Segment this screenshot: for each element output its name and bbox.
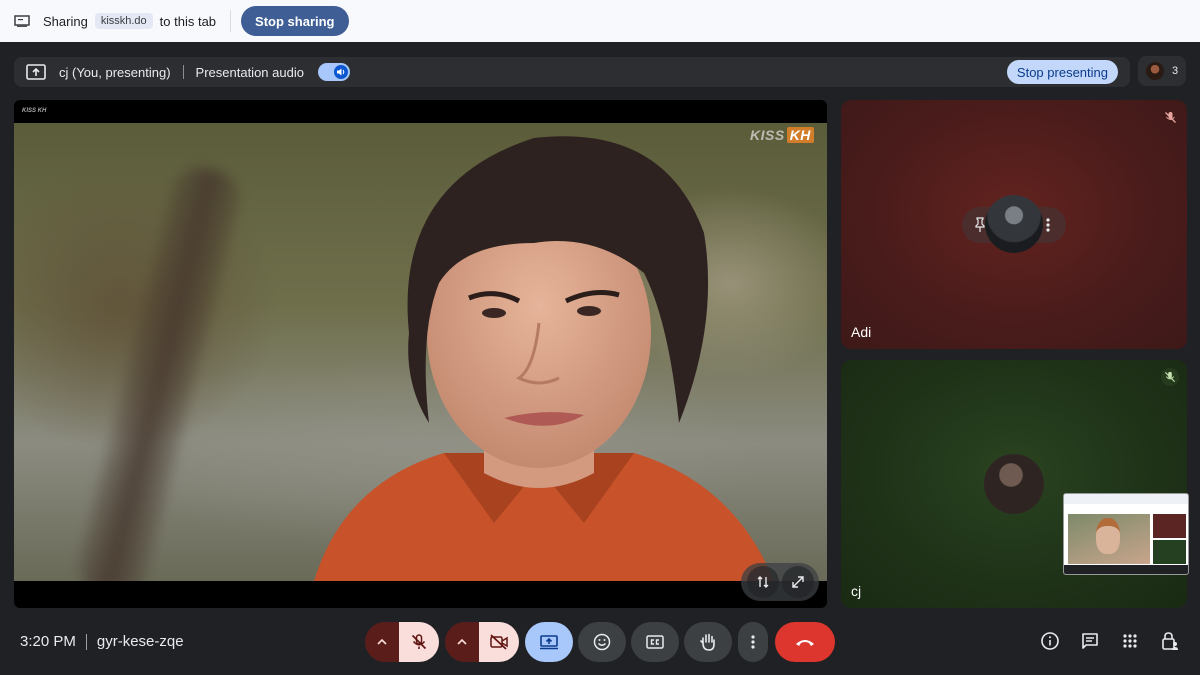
call-end-icon xyxy=(796,640,814,646)
shared-video: KISS KH xyxy=(14,123,827,581)
preview-controls xyxy=(1064,565,1188,574)
captions-button[interactable] xyxy=(631,622,679,662)
avatar xyxy=(985,195,1043,253)
more-options-icon[interactable] xyxy=(1046,217,1050,233)
chat-button[interactable] xyxy=(1078,629,1102,653)
meeting-code[interactable]: gyr-kese-zqe xyxy=(97,633,184,650)
expand-icon xyxy=(791,576,804,588)
chat-icon xyxy=(1082,633,1098,649)
video-options-button[interactable] xyxy=(445,622,479,662)
closed-captions-icon xyxy=(646,635,664,649)
swap-icon xyxy=(757,576,768,588)
swap-layout-button[interactable] xyxy=(746,566,779,598)
mic-off-icon xyxy=(411,634,427,650)
preview-tile xyxy=(1153,514,1186,538)
participant-avatar xyxy=(1145,62,1164,80)
participant-name: cj xyxy=(851,583,862,599)
reactions-button[interactable] xyxy=(578,622,626,662)
speaker-icon xyxy=(333,65,348,79)
mic-off-icon xyxy=(1161,368,1179,386)
presentation-audio-toggle[interactable] xyxy=(317,63,350,81)
divider xyxy=(182,65,184,79)
present-button[interactable] xyxy=(525,622,573,662)
apps-grid-icon xyxy=(1123,634,1137,648)
fullscreen-button[interactable] xyxy=(781,566,814,598)
chevron-up-icon xyxy=(377,639,387,645)
camera-control-group xyxy=(445,622,519,662)
meeting-info: 3:20 PM gyr-kese-zqe xyxy=(20,633,184,650)
present-screen-icon xyxy=(26,64,46,80)
presenting-bar: cj (You, presenting) Presentation audio … xyxy=(14,57,1130,87)
video-watermark: KISS KH xyxy=(750,127,814,143)
divider xyxy=(85,633,87,650)
camera-off-icon xyxy=(490,634,508,650)
microphone-control-group xyxy=(365,622,439,662)
more-vert-icon xyxy=(751,635,755,649)
preview-toolbar xyxy=(1064,494,1188,504)
avatar xyxy=(984,454,1044,514)
more-options-button[interactable] xyxy=(738,622,768,662)
present-to-all-icon xyxy=(540,635,558,650)
divider xyxy=(230,10,232,32)
audio-options-button[interactable] xyxy=(365,622,399,662)
microphone-toggle-button[interactable] xyxy=(399,622,439,662)
presenter-name: cj (You, presenting) xyxy=(59,64,171,80)
presenter-video-person xyxy=(314,136,774,581)
stop-presenting-button[interactable]: Stop presenting xyxy=(1006,60,1118,84)
shared-domain-chip: kisskh.do xyxy=(94,13,153,29)
sharing-suffix: to this tab xyxy=(159,13,217,29)
participant-name: Adi xyxy=(851,324,872,340)
preview-stage xyxy=(1068,514,1150,564)
mic-off-icon xyxy=(1161,108,1179,126)
presentation-stage: KISS KH KISS KH xyxy=(14,100,827,608)
info-icon xyxy=(1041,632,1059,650)
preview-tile xyxy=(1153,540,1186,564)
chevron-up-icon xyxy=(457,639,467,645)
site-logo: KISS KH xyxy=(22,108,47,114)
stop-sharing-button[interactable]: Stop sharing xyxy=(241,6,349,36)
raise-hand-button[interactable] xyxy=(684,622,732,662)
leave-call-button[interactable] xyxy=(775,622,835,662)
screen-share-icon xyxy=(14,15,30,27)
lock-person-icon xyxy=(1162,632,1178,650)
emoji-icon xyxy=(593,633,611,651)
hand-icon xyxy=(700,633,715,651)
presentation-audio-label: Presentation audio xyxy=(195,64,304,80)
activities-button[interactable] xyxy=(1118,629,1142,653)
meeting-details-button[interactable] xyxy=(1038,629,1062,653)
pin-icon[interactable] xyxy=(974,217,986,233)
meeting-time: 3:20 PM xyxy=(20,633,76,650)
sharing-bar: Sharing kisskh.do to this tab Stop shari… xyxy=(0,0,1200,42)
self-view-preview xyxy=(1063,493,1189,575)
sharing-label: Sharing xyxy=(43,13,88,29)
preview-face xyxy=(1096,518,1120,554)
participant-tile-adi[interactable]: Adi xyxy=(841,100,1187,349)
participant-count: 3 xyxy=(1171,65,1179,77)
camera-toggle-button[interactable] xyxy=(479,622,519,662)
stage-controls xyxy=(741,563,819,601)
host-controls-button[interactable] xyxy=(1158,629,1182,653)
participants-button[interactable]: 3 xyxy=(1138,56,1186,86)
